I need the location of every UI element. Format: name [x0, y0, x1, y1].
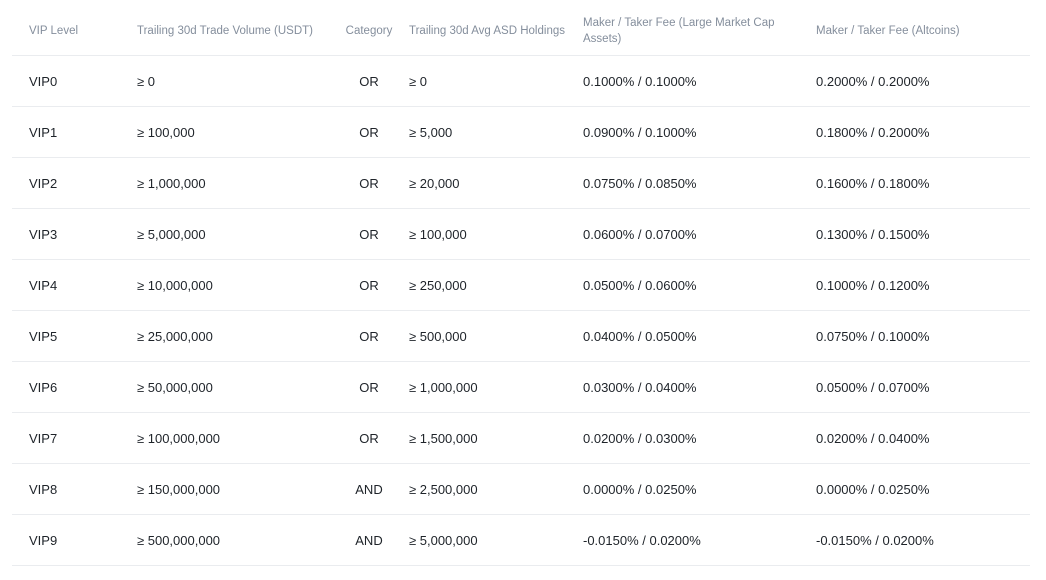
header-fee-large-cap: Maker / Taker Fee (Large Market Cap Asse…	[583, 6, 816, 56]
cell-fee-large-cap: 0.0200% / 0.0300%	[583, 412, 816, 464]
cell-fee-altcoins: 0.1000% / 0.1200%	[816, 259, 1030, 311]
cell-trade-volume: ≥ 500,000,000	[137, 514, 329, 566]
cell-vip-level: VIP3	[12, 208, 137, 260]
cell-trade-volume: ≥ 50,000,000	[137, 361, 329, 413]
cell-fee-large-cap: 0.1000% / 0.1000%	[583, 55, 816, 107]
cell-vip-level: VIP0	[12, 55, 137, 107]
cell-asd-holdings: ≥ 1,000,000	[409, 361, 583, 413]
header-fee-altcoins: Maker / Taker Fee (Altcoins)	[816, 6, 1030, 56]
header-asd-holdings: Trailing 30d Avg ASD Holdings	[409, 6, 583, 56]
cell-category: OR	[329, 412, 409, 464]
cell-asd-holdings: ≥ 500,000	[409, 310, 583, 362]
cell-trade-volume: ≥ 10,000,000	[137, 259, 329, 311]
cell-category: AND	[329, 463, 409, 515]
cell-category: OR	[329, 259, 409, 311]
cell-vip-level: VIP4	[12, 259, 137, 311]
cell-fee-altcoins: 0.1800% / 0.2000%	[816, 106, 1030, 158]
cell-fee-altcoins: 0.1300% / 0.1500%	[816, 208, 1030, 260]
cell-trade-volume: ≥ 100,000,000	[137, 412, 329, 464]
cell-trade-volume: ≥ 150,000,000	[137, 463, 329, 515]
cell-fee-large-cap: 0.0300% / 0.0400%	[583, 361, 816, 413]
table-row: VIP1 ≥ 100,000 OR ≥ 5,000 0.0900% / 0.1000% 0…	[12, 106, 1030, 158]
table-row: VIP8 ≥ 150,000,000 AND ≥ 2,500,000 0.0000% /…	[12, 463, 1030, 515]
cell-trade-volume: ≥ 100,000	[137, 106, 329, 158]
cell-fee-large-cap: 0.0750% / 0.0850%	[583, 157, 816, 209]
cell-asd-holdings: ≥ 1,500,000	[409, 412, 583, 464]
table-row: VIP4 ≥ 10,000,000 OR ≥ 250,000 0.0500% / 0.0…	[12, 259, 1030, 311]
cell-fee-large-cap: 0.0600% / 0.0700%	[583, 208, 816, 260]
cell-fee-large-cap: 0.0500% / 0.0600%	[583, 259, 816, 311]
table-row: VIP7 ≥ 100,000,000 OR ≥ 1,500,000 0.0200% / …	[12, 412, 1030, 464]
cell-category: OR	[329, 361, 409, 413]
table-header: VIP Level Trailing 30d Trade Volume (USD…	[12, 6, 1030, 56]
cell-trade-volume: ≥ 1,000,000	[137, 157, 329, 209]
cell-asd-holdings: ≥ 0	[409, 55, 583, 107]
cell-asd-holdings: ≥ 20,000	[409, 157, 583, 209]
table-row: VIP6 ≥ 50,000,000 OR ≥ 1,000,000 0.0300% / 0…	[12, 361, 1030, 413]
cell-category: OR	[329, 157, 409, 209]
cell-fee-altcoins: 0.2000% / 0.2000%	[816, 55, 1030, 107]
header-trade-volume: Trailing 30d Trade Volume (USDT)	[137, 6, 329, 56]
cell-fee-altcoins: 0.0200% / 0.0400%	[816, 412, 1030, 464]
cell-trade-volume: ≥ 25,000,000	[137, 310, 329, 362]
table-row: VIP5 ≥ 25,000,000 OR ≥ 500,000 0.0400% / 0.0…	[12, 310, 1030, 362]
table-row: VIP0 ≥ 0 OR ≥ 0 0.1000% / 0.1000% 0.2000% / 0…	[12, 55, 1030, 107]
cell-vip-level: VIP7	[12, 412, 137, 464]
header-vip-level: VIP Level	[12, 6, 137, 56]
table-row: VIP2 ≥ 1,000,000 OR ≥ 20,000 0.0750% / 0.085…	[12, 157, 1030, 209]
cell-category: OR	[329, 106, 409, 158]
cell-trade-volume: ≥ 5,000,000	[137, 208, 329, 260]
cell-vip-level: VIP9	[12, 514, 137, 566]
cell-vip-level: VIP8	[12, 463, 137, 515]
cell-fee-large-cap: 0.0900% / 0.1000%	[583, 106, 816, 158]
cell-category: OR	[329, 208, 409, 260]
cell-fee-altcoins: 0.1600% / 0.1800%	[816, 157, 1030, 209]
cell-fee-large-cap: -0.0150% / 0.0200%	[583, 514, 816, 566]
cell-fee-altcoins: 0.0500% / 0.0700%	[816, 361, 1030, 413]
cell-category: OR	[329, 310, 409, 362]
cell-fee-altcoins: 0.0750% / 0.1000%	[816, 310, 1030, 362]
cell-fee-altcoins: -0.0150% / 0.0200%	[816, 514, 1030, 566]
table-row: VIP9 ≥ 500,000,000 AND ≥ 5,000,000 -0.0150% …	[12, 514, 1030, 566]
vip-fee-table: VIP Level Trailing 30d Trade Volume (USD…	[12, 6, 1030, 566]
cell-asd-holdings: ≥ 100,000	[409, 208, 583, 260]
cell-asd-holdings: ≥ 5,000	[409, 106, 583, 158]
cell-vip-level: VIP1	[12, 106, 137, 158]
cell-asd-holdings: ≥ 250,000	[409, 259, 583, 311]
cell-vip-level: VIP6	[12, 361, 137, 413]
cell-fee-large-cap: 0.0400% / 0.0500%	[583, 310, 816, 362]
table-body: VIP0 ≥ 0 OR ≥ 0 0.1000% / 0.1000% 0.2000% / 0…	[12, 55, 1030, 566]
vip-fee-table-container: VIP Level Trailing 30d Trade Volume (USD…	[12, 6, 1030, 566]
cell-asd-holdings: ≥ 2,500,000	[409, 463, 583, 515]
cell-category: OR	[329, 55, 409, 107]
cell-vip-level: VIP5	[12, 310, 137, 362]
table-row: VIP3 ≥ 5,000,000 OR ≥ 100,000 0.0600% / 0.07…	[12, 208, 1030, 260]
cell-fee-altcoins: 0.0000% / 0.0250%	[816, 463, 1030, 515]
cell-vip-level: VIP2	[12, 157, 137, 209]
header-category: Category	[329, 6, 409, 56]
table-header-row: VIP Level Trailing 30d Trade Volume (USD…	[12, 6, 1030, 56]
cell-asd-holdings: ≥ 5,000,000	[409, 514, 583, 566]
cell-fee-large-cap: 0.0000% / 0.0250%	[583, 463, 816, 515]
cell-category: AND	[329, 514, 409, 566]
cell-trade-volume: ≥ 0	[137, 55, 329, 107]
